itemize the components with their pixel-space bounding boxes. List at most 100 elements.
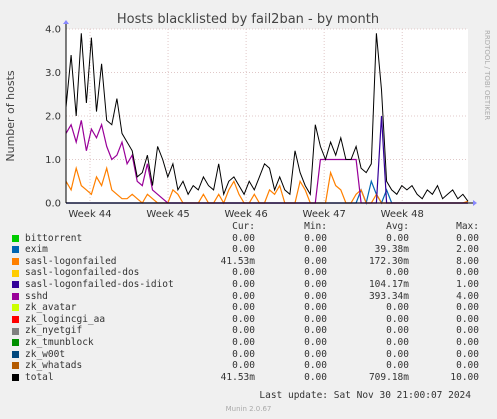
- legend-row: exim 0.00 0.00 39.38m 2.00: [12, 244, 488, 256]
- x-ticks: Week 44 Week 45 Week 46 Week 47 Week 48: [68, 209, 424, 219]
- legend-swatch: [12, 246, 19, 254]
- header-min: Min:: [304, 221, 327, 232]
- y-ticks: 0.0 1.0 2.0 3.0 4.0: [45, 25, 61, 210]
- legend: Cur: Min: Avg: Max: bittorrent 0.00 0.00 0.…: [12, 221, 488, 383]
- legend-row: sshd 0.00 0.00 393.34m 4.00: [12, 291, 488, 303]
- legend-name: zk_avatar: [25, 302, 77, 314]
- legend-min: 0.00: [304, 267, 327, 279]
- legend-max: 1.00: [456, 278, 479, 290]
- legend-max: 0.00: [456, 325, 479, 337]
- chart-title: Hosts blacklisted by fail2ban - by month: [117, 12, 379, 27]
- legend-avg: 0.00: [386, 336, 409, 348]
- legend-avg: 393.34m: [368, 290, 409, 302]
- legend-min: 0.00: [304, 336, 327, 348]
- legend-rows: bittorrent 0.00 0.00 0.00 0.00 exim 0.00 0.00 39…: [12, 233, 488, 384]
- legend-cur: 0.00: [232, 360, 255, 372]
- legend-swatch: [12, 292, 19, 300]
- legend-min: 0.00: [304, 348, 327, 360]
- legend-max: 10.00: [450, 371, 479, 383]
- header-avg: Avg:: [386, 221, 409, 232]
- legend-avg: 0.00: [386, 313, 409, 325]
- legend-max: 2.00: [456, 244, 479, 256]
- legend-min: 0.00: [304, 371, 327, 383]
- legend-max: 0.00: [456, 348, 479, 360]
- x-tick-label: Week 48: [381, 209, 424, 219]
- legend-swatch: [12, 258, 19, 266]
- legend-cur: 0.00: [232, 325, 255, 337]
- legend-min: 0.00: [304, 302, 327, 314]
- legend-swatch: [12, 350, 19, 358]
- legend-cur: 41.53m: [220, 371, 255, 383]
- legend-cur: 41.53m: [220, 255, 255, 267]
- legend-swatch: [12, 339, 19, 347]
- munin-version: Munin 2.0.67: [225, 405, 272, 413]
- legend-name: zk_whatads: [25, 360, 83, 372]
- legend-row: zk_nyetgif 0.00 0.00 0.00 0.00: [12, 325, 488, 337]
- y-tick-label: 0.0: [45, 199, 61, 210]
- rrdtool-credit: RRDTOOL / TOBI OETIKER: [483, 30, 491, 120]
- legend-max: 0.00: [456, 360, 479, 372]
- legend-name: zk_logincgi_aa: [25, 313, 106, 325]
- legend-name: zk_nyetgif: [25, 325, 83, 337]
- legend-avg: 0.00: [386, 302, 409, 314]
- header-cur: Cur:: [232, 221, 255, 232]
- x-tick-label: Week 47: [303, 209, 346, 219]
- legend-row: total 41.53m 0.00 709.18m 10.00: [12, 372, 488, 384]
- header-max: Max:: [456, 221, 479, 232]
- legend-min: 0.00: [304, 313, 327, 325]
- legend-header: Cur: Min: Avg: Max:: [12, 221, 488, 233]
- legend-max: 8.00: [456, 255, 479, 267]
- chart: Hosts blacklisted by fail2ban - by month…: [4, 12, 491, 219]
- x-tick-label: Week 46: [224, 209, 267, 219]
- last-update: Last update: Sat Nov 30 21:00:07 2024: [259, 390, 471, 401]
- legend-max: 4.00: [456, 290, 479, 302]
- legend-row: sasl-logonfailed 41.53m 0.00 172.30m 8.00: [12, 256, 488, 268]
- y-tick-label: 3.0: [45, 68, 61, 79]
- legend-min: 0.00: [304, 325, 327, 337]
- legend-row: zk_w00t 0.00 0.00 0.00 0.00: [12, 349, 488, 361]
- legend-name: sasl-logonfailed: [25, 255, 117, 267]
- legend-name: total: [25, 371, 54, 383]
- legend-row: zk_logincgi_aa 0.00 0.00 0.00 0.00: [12, 314, 488, 326]
- legend-name: exim: [25, 244, 48, 256]
- y-axis-label: Number of hosts: [4, 70, 17, 162]
- legend-avg: 0.00: [386, 232, 409, 244]
- legend-swatch: [12, 269, 19, 277]
- legend-avg: 0.00: [386, 348, 409, 360]
- x-tick-label: Week 45: [146, 209, 189, 219]
- legend-min: 0.00: [304, 232, 327, 244]
- legend-min: 0.00: [304, 278, 327, 290]
- y-tick-label: 1.0: [45, 155, 61, 166]
- y-tick-label: 4.0: [45, 25, 61, 36]
- legend-name: sshd: [25, 290, 48, 302]
- legend-swatch: [12, 374, 19, 382]
- legend-min: 0.00: [304, 360, 327, 372]
- y-axis-arrow-icon: [63, 20, 69, 24]
- legend-cur: 0.00: [232, 232, 255, 244]
- legend-max: 0.00: [456, 302, 479, 314]
- legend-avg: 0.00: [386, 267, 409, 279]
- legend-name: sasl-logonfailed-dos-idiot: [25, 278, 174, 290]
- legend-max: 0.00: [456, 232, 479, 244]
- legend-cur: 0.00: [232, 348, 255, 360]
- legend-swatch: [12, 234, 19, 242]
- legend-swatch: [12, 316, 19, 324]
- legend-name: zk_w00t: [25, 348, 66, 360]
- legend-avg: 172.30m: [368, 255, 409, 267]
- legend-row: zk_avatar 0.00 0.00 0.00 0.00: [12, 302, 488, 314]
- legend-row: bittorrent 0.00 0.00 0.00 0.00: [12, 233, 488, 245]
- legend-avg: 104.17m: [368, 278, 409, 290]
- legend-avg: 39.38m: [374, 244, 409, 256]
- legend-cur: 0.00: [232, 244, 255, 256]
- x-axis-arrow-icon: [473, 200, 477, 206]
- legend-avg: 0.00: [386, 325, 409, 337]
- y-tick-label: 2.0: [45, 112, 61, 123]
- legend-swatch: [12, 281, 19, 289]
- legend-avg: 709.18m: [368, 371, 409, 383]
- legend-max: 0.00: [456, 313, 479, 325]
- legend-min: 0.00: [304, 244, 327, 256]
- legend-cur: 0.00: [232, 302, 255, 314]
- legend-row: zk_tmunblock 0.00 0.00 0.00 0.00: [12, 337, 488, 349]
- legend-name: bittorrent: [25, 232, 83, 244]
- legend-row: sasl-logonfailed-dos 0.00 0.00 0.00 0.00: [12, 267, 488, 279]
